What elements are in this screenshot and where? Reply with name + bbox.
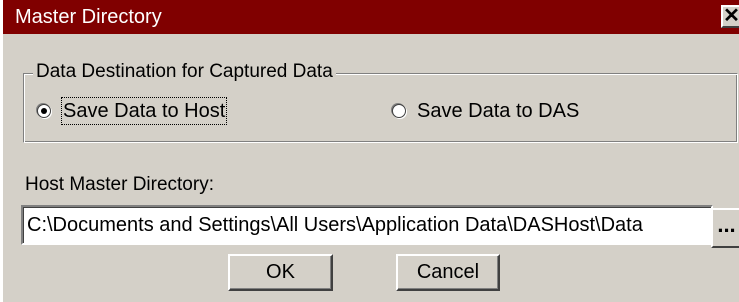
ok-button[interactable]: OK [228, 254, 333, 291]
group-title: Data Destination for Captured Data [33, 61, 336, 83]
save-to-das-radio[interactable] [392, 104, 406, 118]
browse-button[interactable]: ... [711, 208, 739, 248]
title-bar[interactable]: Master Directory ✕ [3, 0, 739, 34]
host-master-directory-label: Host Master Directory: [25, 174, 214, 195]
cancel-button[interactable]: Cancel [396, 254, 500, 291]
save-to-host-radio[interactable] [37, 104, 51, 118]
master-directory-dialog: Master Directory ✕ Data Destination for … [0, 0, 739, 302]
save-to-host-label[interactable]: Save Data to Host [60, 97, 228, 125]
close-icon: ✕ [723, 5, 739, 27]
save-to-das-label[interactable]: Save Data to DAS [417, 99, 579, 123]
close-button[interactable]: ✕ [721, 5, 739, 28]
window-title: Master Directory [15, 6, 162, 28]
radio-selected-dot [41, 108, 47, 114]
host-directory-input[interactable]: C:\Documents and Settings\All Users\Appl… [21, 205, 713, 245]
